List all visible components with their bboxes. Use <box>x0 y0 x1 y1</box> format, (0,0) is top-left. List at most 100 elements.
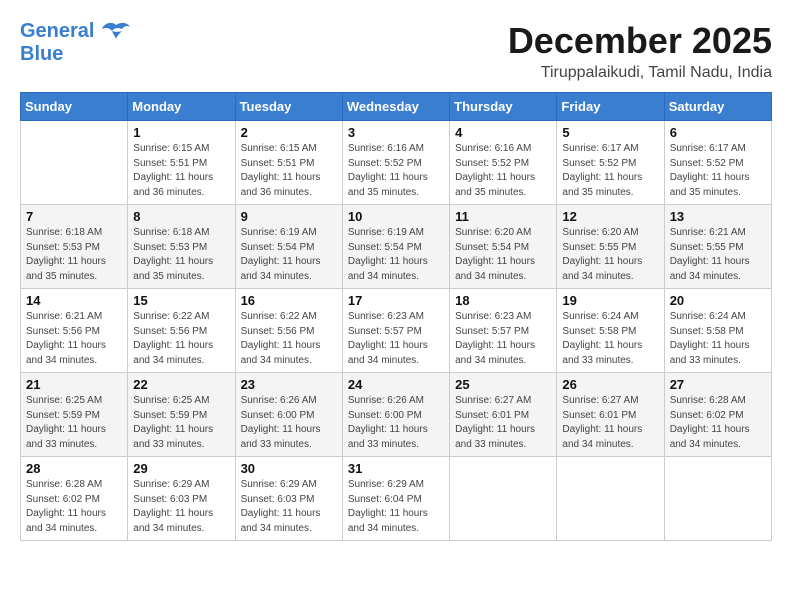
day-number: 24 <box>348 377 444 392</box>
calendar-day-cell: 31 Sunrise: 6:29 AM Sunset: 6:04 PM Dayli… <box>342 457 449 541</box>
calendar-day-cell <box>21 121 128 205</box>
calendar-day-cell: 15Sunrise: 6:22 AM Sunset: 5:56 PM Dayli… <box>128 289 235 373</box>
day-info: Sunrise: 6:27 AM Sunset: 6:01 PM Dayligh… <box>562 394 658 452</box>
calendar-day-header: Monday <box>128 93 235 121</box>
day-info: Sunrise: 6:23 AM Sunset: 5:57 PM Dayligh… <box>348 310 444 368</box>
day-number: 10 <box>348 209 444 224</box>
calendar-day-cell: 19Sunrise: 6:24 AM Sunset: 5:58 PM Dayli… <box>557 289 664 373</box>
calendar-day-cell: 10 Sunrise: 6:19 AM Sunset: 5:54 PM Dayli… <box>342 205 449 289</box>
day-info: Sunrise: 6:17 AM Sunset: 5:52 PM Dayligh… <box>562 142 658 200</box>
calendar-day-cell: 1Sunrise: 6:15 AM Sunset: 5:51 PM Daylig… <box>128 121 235 205</box>
day-number: 12 <box>562 209 658 224</box>
logo-text-blue: Blue <box>20 43 130 66</box>
logo: General Blue <box>20 20 130 66</box>
day-number: 28 <box>26 461 122 476</box>
calendar-day-cell: 27Sunrise: 6:28 AM Sunset: 6:02 PM Dayli… <box>664 373 771 457</box>
calendar-week-row: 28 Sunrise: 6:28 AM Sunset: 6:02 PM Dayli… <box>21 457 772 541</box>
calendar-day-cell: 30 Sunrise: 6:29 AM Sunset: 6:03 PM Dayli… <box>235 457 342 541</box>
calendar-day-cell: 18 Sunrise: 6:23 AM Sunset: 5:57 PM Dayli… <box>450 289 557 373</box>
day-number: 25 <box>455 377 551 392</box>
calendar-day-cell: 14 Sunrise: 6:21 AM Sunset: 5:56 PM Dayli… <box>21 289 128 373</box>
day-info: Sunrise: 6:22 AM Sunset: 5:56 PM Dayligh… <box>241 310 337 368</box>
day-number: 17 <box>348 293 444 308</box>
calendar-day-cell: 22 Sunrise: 6:25 AM Sunset: 5:59 PM Dayli… <box>128 373 235 457</box>
day-info: Sunrise: 6:15 AM Sunset: 5:51 PM Dayligh… <box>241 142 337 200</box>
calendar-day-cell: 9Sunrise: 6:19 AM Sunset: 5:54 PM Daylig… <box>235 205 342 289</box>
day-info: Sunrise: 6:18 AM Sunset: 5:53 PM Dayligh… <box>133 226 229 284</box>
calendar-day-cell: 28 Sunrise: 6:28 AM Sunset: 6:02 PM Dayli… <box>21 457 128 541</box>
day-info: Sunrise: 6:16 AM Sunset: 5:52 PM Dayligh… <box>348 142 444 200</box>
day-info: Sunrise: 6:25 AM Sunset: 5:59 PM Dayligh… <box>133 394 229 452</box>
calendar-day-header: Saturday <box>664 93 771 121</box>
day-number: 13 <box>670 209 766 224</box>
day-info: Sunrise: 6:18 AM Sunset: 5:53 PM Dayligh… <box>26 226 122 284</box>
calendar-day-header: Tuesday <box>235 93 342 121</box>
calendar-day-cell: 5 Sunrise: 6:17 AM Sunset: 5:52 PM Daylig… <box>557 121 664 205</box>
day-info: Sunrise: 6:16 AM Sunset: 5:52 PM Dayligh… <box>455 142 551 200</box>
day-info: Sunrise: 6:28 AM Sunset: 6:02 PM Dayligh… <box>26 478 122 536</box>
day-number: 18 <box>455 293 551 308</box>
day-info: Sunrise: 6:28 AM Sunset: 6:02 PM Dayligh… <box>670 394 766 452</box>
day-info: Sunrise: 6:29 AM Sunset: 6:04 PM Dayligh… <box>348 478 444 536</box>
page-header: General Blue December 2025 Tiruppalaikud… <box>20 20 772 82</box>
day-number: 26 <box>562 377 658 392</box>
day-number: 31 <box>348 461 444 476</box>
day-info: Sunrise: 6:20 AM Sunset: 5:55 PM Dayligh… <box>562 226 658 284</box>
calendar-day-cell: 3 Sunrise: 6:16 AM Sunset: 5:52 PM Daylig… <box>342 121 449 205</box>
day-number: 9 <box>241 209 337 224</box>
calendar-day-cell: 16 Sunrise: 6:22 AM Sunset: 5:56 PM Dayli… <box>235 289 342 373</box>
calendar-header-row: SundayMondayTuesdayWednesdayThursdayFrid… <box>21 93 772 121</box>
day-info: Sunrise: 6:15 AM Sunset: 5:51 PM Dayligh… <box>133 142 229 200</box>
day-number: 2 <box>241 125 337 140</box>
calendar-day-cell: 4 Sunrise: 6:16 AM Sunset: 5:52 PM Daylig… <box>450 121 557 205</box>
day-info: Sunrise: 6:19 AM Sunset: 5:54 PM Dayligh… <box>348 226 444 284</box>
calendar-day-cell: 11 Sunrise: 6:20 AM Sunset: 5:54 PM Dayli… <box>450 205 557 289</box>
calendar-day-cell: 13Sunrise: 6:21 AM Sunset: 5:55 PM Dayli… <box>664 205 771 289</box>
calendar-table: SundayMondayTuesdayWednesdayThursdayFrid… <box>20 92 772 541</box>
calendar-day-cell: 24 Sunrise: 6:26 AM Sunset: 6:00 PM Dayli… <box>342 373 449 457</box>
day-info: Sunrise: 6:20 AM Sunset: 5:54 PM Dayligh… <box>455 226 551 284</box>
day-number: 20 <box>670 293 766 308</box>
calendar-week-row: 7 Sunrise: 6:18 AM Sunset: 5:53 PM Daylig… <box>21 205 772 289</box>
day-info: Sunrise: 6:24 AM Sunset: 5:58 PM Dayligh… <box>670 310 766 368</box>
calendar-day-cell: 25 Sunrise: 6:27 AM Sunset: 6:01 PM Dayli… <box>450 373 557 457</box>
day-number: 5 <box>562 125 658 140</box>
logo-bird-icon <box>102 21 130 43</box>
day-info: Sunrise: 6:26 AM Sunset: 6:00 PM Dayligh… <box>241 394 337 452</box>
day-number: 23 <box>241 377 337 392</box>
day-number: 16 <box>241 293 337 308</box>
day-number: 11 <box>455 209 551 224</box>
day-info: Sunrise: 6:23 AM Sunset: 5:57 PM Dayligh… <box>455 310 551 368</box>
calendar-day-cell: 17 Sunrise: 6:23 AM Sunset: 5:57 PM Dayli… <box>342 289 449 373</box>
subtitle: Tiruppalaikudi, Tamil Nadu, India <box>508 64 772 82</box>
day-number: 4 <box>455 125 551 140</box>
calendar-day-cell: 2 Sunrise: 6:15 AM Sunset: 5:51 PM Daylig… <box>235 121 342 205</box>
day-info: Sunrise: 6:17 AM Sunset: 5:52 PM Dayligh… <box>670 142 766 200</box>
calendar-day-cell: 21Sunrise: 6:25 AM Sunset: 5:59 PM Dayli… <box>21 373 128 457</box>
day-number: 22 <box>133 377 229 392</box>
calendar-day-header: Thursday <box>450 93 557 121</box>
calendar-day-cell: 6 Sunrise: 6:17 AM Sunset: 5:52 PM Daylig… <box>664 121 771 205</box>
title-section: December 2025 Tiruppalaikudi, Tamil Nadu… <box>508 20 772 82</box>
main-title: December 2025 <box>508 20 772 62</box>
day-number: 6 <box>670 125 766 140</box>
day-info: Sunrise: 6:29 AM Sunset: 6:03 PM Dayligh… <box>133 478 229 536</box>
day-number: 14 <box>26 293 122 308</box>
calendar-week-row: 14 Sunrise: 6:21 AM Sunset: 5:56 PM Dayli… <box>21 289 772 373</box>
day-info: Sunrise: 6:29 AM Sunset: 6:03 PM Dayligh… <box>241 478 337 536</box>
logo-text-general: General <box>20 20 94 42</box>
calendar-day-cell: 8 Sunrise: 6:18 AM Sunset: 5:53 PM Daylig… <box>128 205 235 289</box>
calendar-week-row: 1Sunrise: 6:15 AM Sunset: 5:51 PM Daylig… <box>21 121 772 205</box>
day-number: 21 <box>26 377 122 392</box>
day-number: 30 <box>241 461 337 476</box>
day-info: Sunrise: 6:26 AM Sunset: 6:00 PM Dayligh… <box>348 394 444 452</box>
day-info: Sunrise: 6:21 AM Sunset: 5:56 PM Dayligh… <box>26 310 122 368</box>
day-info: Sunrise: 6:27 AM Sunset: 6:01 PM Dayligh… <box>455 394 551 452</box>
calendar-day-header: Friday <box>557 93 664 121</box>
day-number: 8 <box>133 209 229 224</box>
day-number: 7 <box>26 209 122 224</box>
calendar-day-cell: 23 Sunrise: 6:26 AM Sunset: 6:00 PM Dayli… <box>235 373 342 457</box>
day-number: 3 <box>348 125 444 140</box>
calendar-day-header: Wednesday <box>342 93 449 121</box>
day-number: 15 <box>133 293 229 308</box>
